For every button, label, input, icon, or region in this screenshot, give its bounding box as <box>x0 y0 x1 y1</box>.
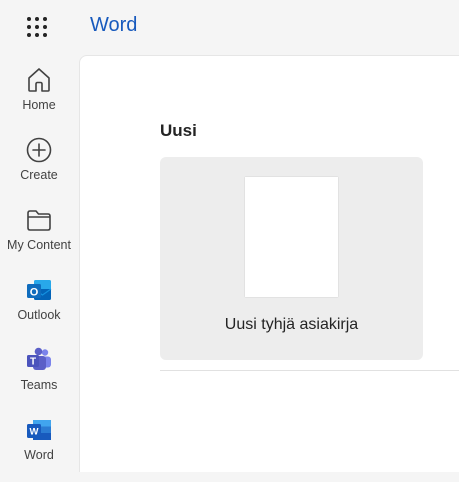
app-title[interactable]: Word <box>90 14 137 37</box>
rail-item-label: Teams <box>20 378 58 392</box>
rail-item-home[interactable]: Home <box>0 66 78 132</box>
template-label: Uusi tyhjä asiakirja <box>224 316 359 333</box>
outlook-icon: O <box>27 280 52 300</box>
blank-document-card[interactable]: Uusi tyhjä asiakirja <box>160 157 423 360</box>
app-launcher-button[interactable] <box>24 14 50 40</box>
main-content: Uusi Uusi tyhjä asiakirja <box>79 55 459 472</box>
rail-item-outlook[interactable]: O Outlook <box>0 276 78 342</box>
home-icon <box>28 68 50 92</box>
rail-item-label: Outlook <box>17 308 61 322</box>
folder-icon <box>27 210 51 231</box>
plus-circle-icon <box>26 137 52 163</box>
rail-item-label: My Content <box>7 238 71 252</box>
svg-text:O: O <box>30 287 39 299</box>
rail-item-label: Home <box>22 98 56 112</box>
teams-icon: T <box>27 347 51 370</box>
rail-item-word[interactable]: W Word <box>0 416 78 482</box>
rail-item-my-content[interactable]: My Content <box>0 206 78 272</box>
rail-item-label: Create <box>20 168 58 182</box>
svg-text:T: T <box>30 357 36 368</box>
word-icon: W <box>27 420 51 440</box>
blank-document-thumbnail <box>245 177 338 297</box>
section-title-new: Uusi <box>160 121 197 140</box>
left-rail: Home Create My Content O Outlook T Teams… <box>0 54 78 471</box>
rail-item-teams[interactable]: T Teams <box>0 346 78 412</box>
rail-item-create[interactable]: Create <box>0 136 78 202</box>
top-bar: Word <box>0 0 459 54</box>
svg-text:W: W <box>30 427 39 438</box>
divider <box>160 370 459 371</box>
rail-item-label: Word <box>24 448 54 462</box>
